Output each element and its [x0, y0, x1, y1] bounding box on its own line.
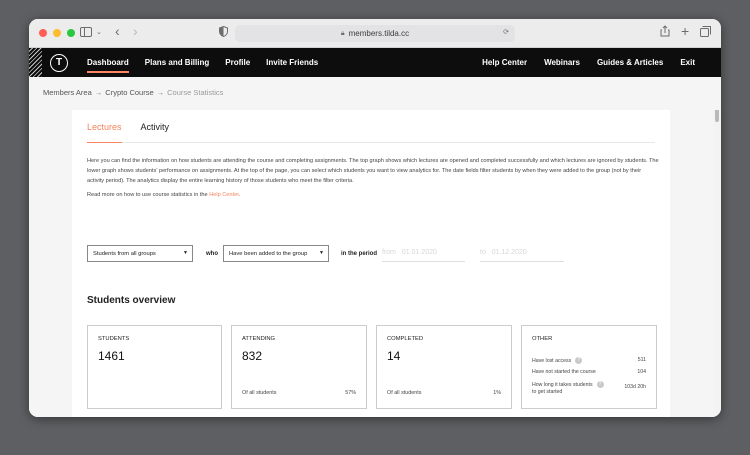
breadcrumb-crypto-course[interactable]: Crypto Course: [105, 88, 153, 97]
nav-left-menu: Dashboard Plans and Billing Profile Invi…: [87, 48, 334, 77]
students-card: STUDENTS 1461: [87, 325, 222, 409]
help-note: Read more on how to use course statistic…: [87, 192, 240, 198]
other-card: OTHER Have lost access? 511 Have not sta…: [521, 325, 657, 409]
caret-down-icon: ▼: [183, 250, 188, 256]
caret-down-icon: ▼: [319, 250, 324, 256]
attending-foot-label: Of all students: [242, 390, 277, 396]
nav-help-center[interactable]: Help Center: [482, 58, 527, 67]
other-row-not-started: Have not started the course 104: [532, 369, 646, 375]
help-icon[interactable]: ?: [596, 381, 604, 388]
other-row-time-to-start: How long it takes students? to get start…: [532, 381, 646, 396]
tab-lectures[interactable]: Lectures: [87, 110, 122, 143]
address-bar[interactable]: 🔒︎ members.tilda.cc ⟳: [235, 25, 515, 42]
date-from-prefix: from: [382, 249, 396, 256]
completed-foot-label: Of all students: [387, 390, 422, 396]
forward-icon[interactable]: ›: [133, 23, 138, 39]
attending-percent: 57%: [345, 390, 356, 396]
breadcrumb-separator: →: [94, 88, 103, 97]
attending-label: ATTENDING: [242, 336, 276, 342]
completed-card: COMPLETED 14 Of all students 1%: [376, 325, 512, 409]
back-icon[interactable]: ‹: [115, 23, 120, 39]
nav-right-menu: Help Center Webinars Guides & Articles E…: [465, 48, 695, 77]
breadcrumb: Members Area → Crypto Course → Course Statis…: [43, 88, 223, 97]
not-started-value: 104: [637, 369, 646, 375]
breadcrumb-current: Course Statistics: [167, 88, 224, 97]
help-note-text: Read more on how to use course statistic…: [87, 192, 210, 198]
help-center-link[interactable]: Help Center: [209, 192, 239, 198]
completed-label: COMPLETED: [387, 336, 424, 342]
nav-profile[interactable]: Profile: [225, 58, 250, 67]
lost-access-value: 511: [637, 357, 646, 363]
date-to-prefix: to: [480, 249, 486, 256]
lock-icon: 🔒︎: [340, 29, 345, 37]
breadcrumb-band: Members Area → Crypto Course → Course Statis…: [29, 77, 721, 110]
breadcrumb-members-area[interactable]: Members Area: [43, 88, 92, 97]
site-nav: T Dashboard Plans and Billing Profile In…: [29, 48, 721, 77]
students-value: 1461: [98, 349, 125, 363]
status-select[interactable]: Have been added to the group ▼: [223, 245, 329, 262]
reload-icon[interactable]: ⟳: [503, 28, 509, 36]
overview-title: Students overview: [87, 295, 176, 306]
not-started-label: Have not started the course: [532, 369, 596, 375]
attending-card: ATTENDING 832 Of all students 57%: [231, 325, 367, 409]
new-tab-icon[interactable]: +: [681, 23, 689, 39]
window-controls: [39, 29, 75, 37]
period-label: in the period: [341, 251, 377, 257]
address-url: members.tilda.cc: [348, 29, 410, 38]
sidebar-toggle-icon[interactable]: [80, 25, 92, 41]
date-from-value: 01.01.2020: [401, 249, 437, 256]
other-row-lost-access: Have lost access? 511: [532, 357, 646, 364]
browser-window: ⌄ ‹ › 🔒︎ members.tilda.cc ⟳ + T Dashboar…: [29, 19, 721, 417]
page-background-right: [670, 110, 713, 417]
nav-decor-stripe: [29, 48, 42, 77]
intro-text: Here you can find the information on how…: [87, 158, 659, 184]
nav-plans-billing[interactable]: Plans and Billing: [145, 58, 209, 67]
tab-overview-icon[interactable]: [700, 25, 711, 41]
students-label: STUDENTS: [98, 336, 130, 342]
chevron-down-icon[interactable]: ⌄: [96, 25, 102, 41]
close-window-button[interactable]: [39, 29, 47, 37]
time-to-start-label-line1: How long it takes students: [532, 381, 593, 388]
other-label: OTHER: [532, 336, 553, 342]
date-to-value: 01.12.2020: [491, 249, 527, 256]
nav-webinars[interactable]: Webinars: [544, 58, 580, 67]
status-select-value: Have been added to the group: [229, 251, 308, 257]
who-label: who: [206, 251, 218, 257]
tab-activity[interactable]: Activity: [141, 110, 170, 142]
completed-percent: 1%: [493, 390, 501, 396]
nav-guides-articles[interactable]: Guides & Articles: [597, 58, 663, 67]
time-to-start-value: 103d 20h: [624, 384, 646, 390]
browser-toolbar: ⌄ ‹ › 🔒︎ members.tilda.cc ⟳ +: [29, 19, 721, 48]
course-statistics-panel: Lectures Activity Here you can find the …: [72, 110, 670, 417]
minimize-window-button[interactable]: [53, 29, 61, 37]
breadcrumb-separator: →: [156, 88, 165, 97]
time-to-start-label-line2: to get started: [532, 388, 563, 395]
nav-exit[interactable]: Exit: [680, 58, 695, 67]
group-select-value: Students from all groups: [93, 251, 156, 257]
nav-dashboard[interactable]: Dashboard: [87, 58, 129, 73]
date-from-field[interactable]: from 01.01.2020: [382, 245, 465, 262]
completed-value: 14: [387, 349, 401, 363]
lost-access-label: Have lost access: [532, 357, 572, 364]
privacy-shield-icon[interactable]: [219, 25, 228, 41]
date-to-field[interactable]: to 01.12.2020: [480, 245, 564, 262]
stats-tabs: Lectures Activity: [87, 110, 655, 143]
attending-value: 832: [242, 349, 263, 363]
group-select[interactable]: Students from all groups ▼: [87, 245, 193, 262]
nav-invite-friends[interactable]: Invite Friends: [266, 58, 318, 67]
help-note-end: .: [238, 192, 241, 198]
tilda-logo[interactable]: T: [50, 54, 68, 72]
zoom-window-button[interactable]: [67, 29, 75, 37]
help-icon[interactable]: ?: [575, 357, 583, 364]
share-icon[interactable]: [660, 25, 670, 41]
page-background-left: [29, 110, 72, 417]
page-scrollbar[interactable]: [713, 77, 721, 417]
